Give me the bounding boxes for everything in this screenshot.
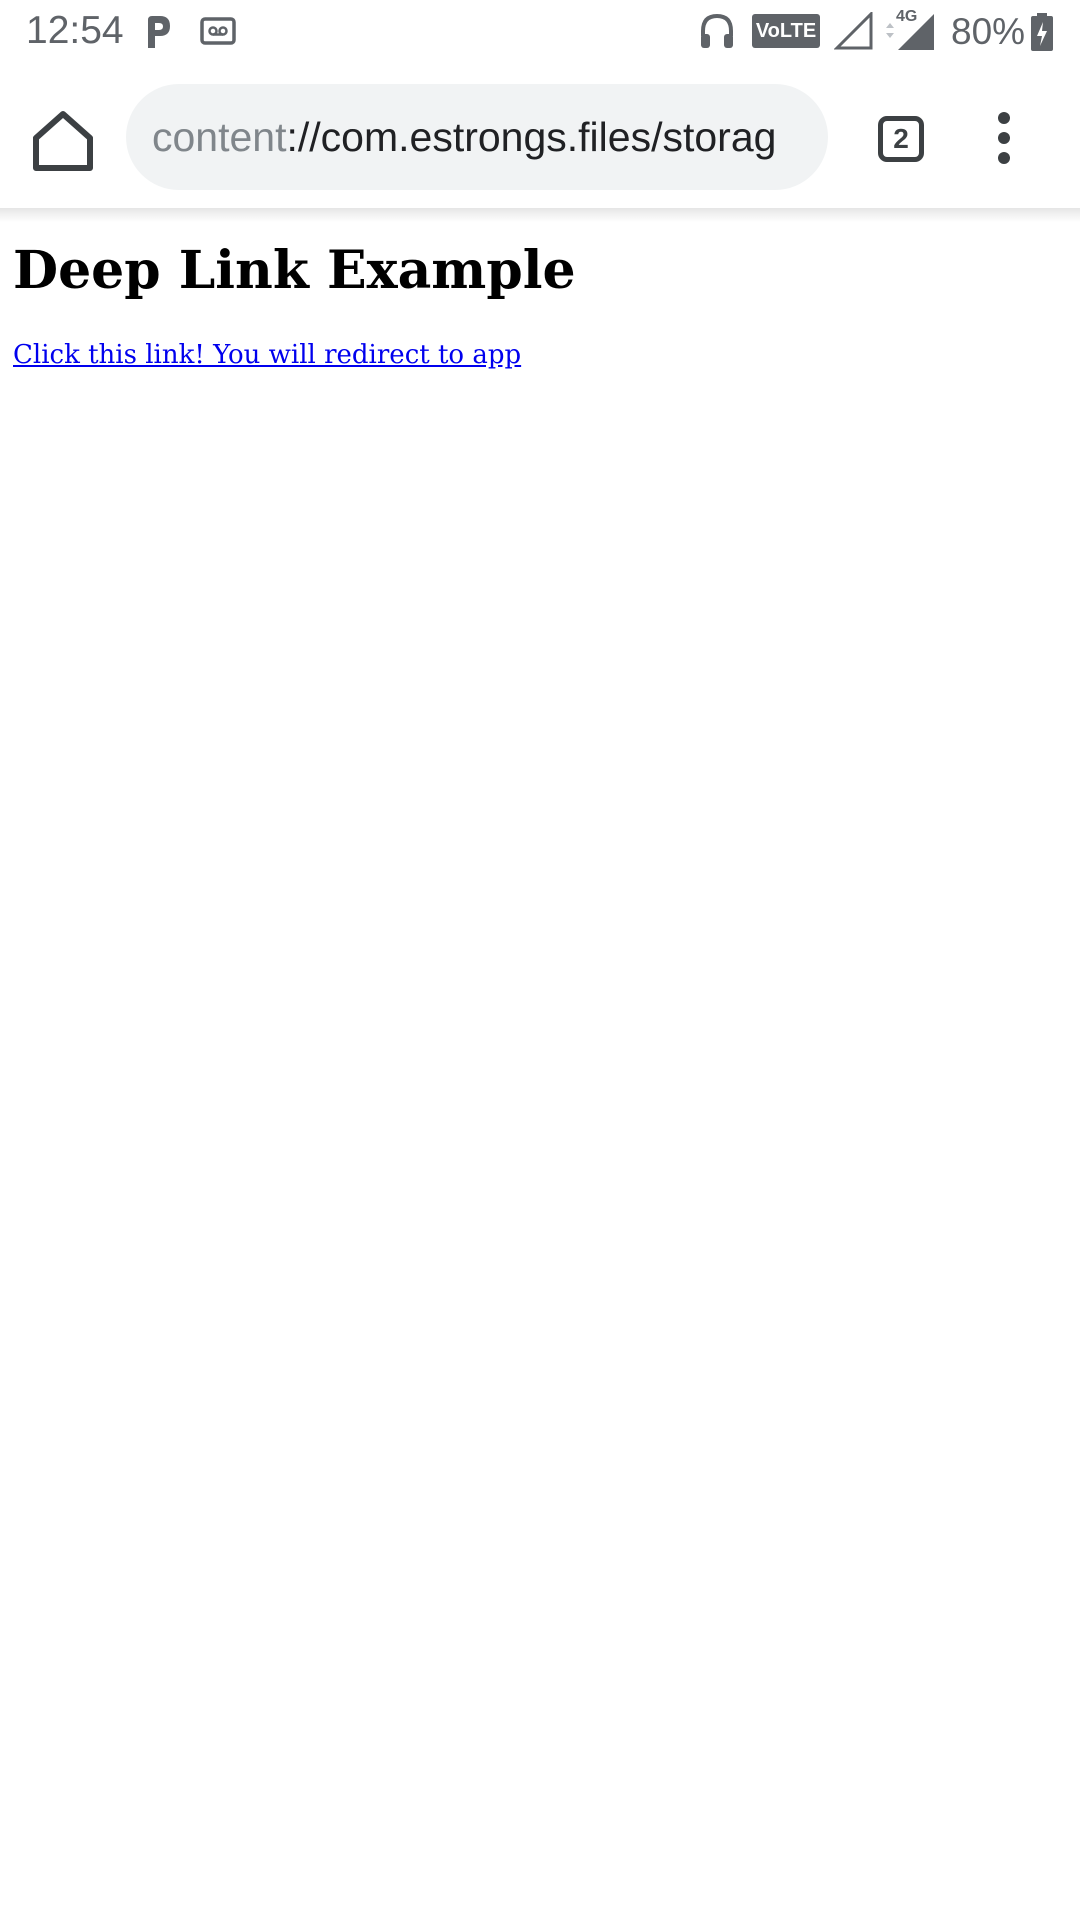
more-vert-icon[interactable] — [984, 108, 1028, 168]
toolbar-shadow — [0, 208, 1080, 222]
url-text[interactable]: content://com.estrongs.files/storag — [152, 113, 802, 161]
browser-toolbar: content://com.estrongs.files/storag 2 — [0, 64, 1080, 210]
menu-dot — [998, 112, 1010, 124]
headphones-icon — [701, 13, 733, 48]
url-path: ://com.estrongs.files/storag — [286, 114, 777, 160]
home-button[interactable] — [26, 104, 100, 178]
network-type-label: 4G — [896, 8, 918, 25]
page-heading: Deep Link Example — [13, 240, 576, 301]
battery-charging-icon — [1031, 13, 1053, 51]
home-icon — [33, 111, 93, 171]
volte-icon: VoLTE — [752, 14, 820, 48]
tab-switcher-button[interactable]: 2 — [878, 116, 924, 162]
status-bar: 12:54 VoLTE 4G 80% — [0, 0, 1080, 64]
voicemail-icon — [200, 17, 236, 45]
signal-empty-icon — [834, 12, 873, 50]
deep-link[interactable]: Click this link! You will redirect to ap… — [13, 340, 521, 370]
battery-percent: 80% — [951, 11, 1026, 52]
menu-dot — [998, 132, 1010, 144]
volte-label: VoLTE — [755, 20, 817, 42]
menu-dot — [998, 152, 1010, 164]
tab-count: 2 — [893, 123, 909, 154]
status-time: 12:54 — [26, 9, 124, 52]
parking-icon — [148, 16, 170, 48]
url-bar[interactable]: content://com.estrongs.files/storag — [126, 84, 828, 190]
url-scheme: content — [152, 114, 287, 160]
